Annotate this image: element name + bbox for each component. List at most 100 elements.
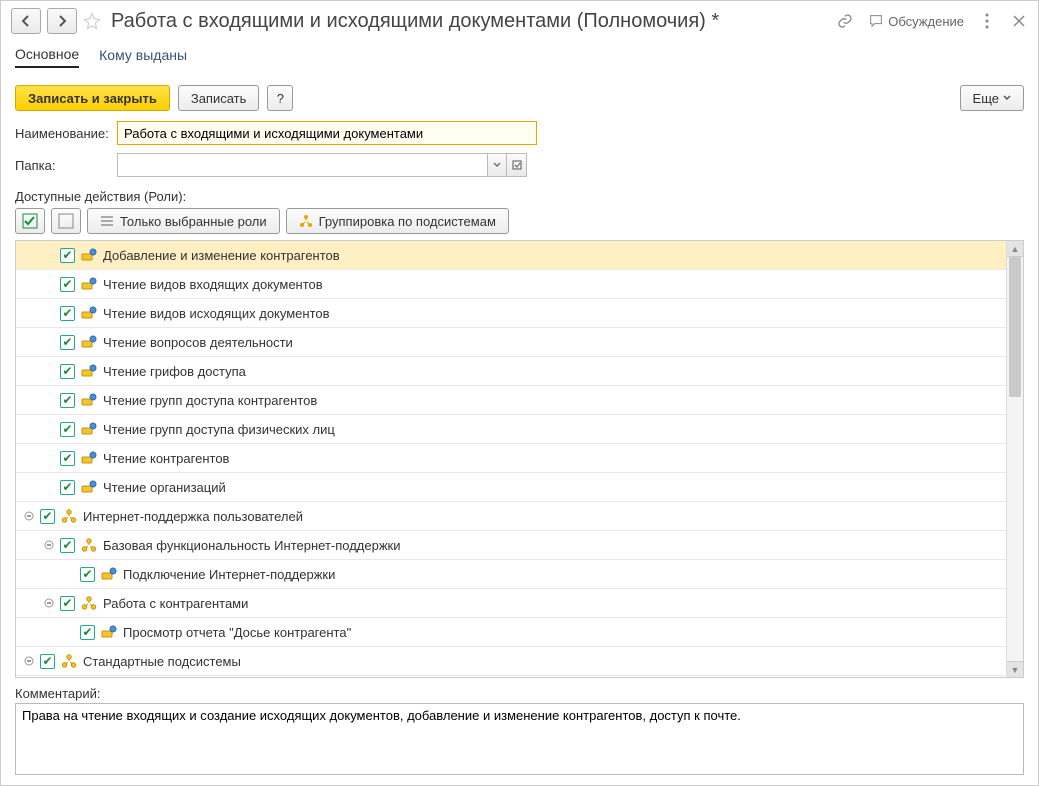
role-checkbox[interactable]: [60, 480, 75, 495]
role-icon: [81, 480, 97, 494]
tab-issued[interactable]: Кому выданы: [99, 47, 187, 67]
role-checkbox[interactable]: [60, 248, 75, 263]
tree-row[interactable]: Просмотр отчета "Досье контрагента": [16, 618, 1006, 647]
uncheck-all-icon: [58, 213, 74, 229]
tree-row-label: Чтение контрагентов: [103, 451, 229, 466]
tree-row[interactable]: Чтение видов исходящих документов: [16, 299, 1006, 328]
title-actions: Обсуждение: [836, 12, 1028, 30]
tree-row[interactable]: Базовая функциональность Интернет-поддер…: [16, 531, 1006, 560]
window-title: Работа с входящими и исходящими документ…: [107, 10, 830, 33]
roles-tree[interactable]: Добавление и изменение контрагентовЧтени…: [16, 241, 1006, 677]
name-label: Наименование:: [15, 126, 111, 141]
tree-row[interactable]: Чтение групп доступа контрагентов: [16, 386, 1006, 415]
role-checkbox[interactable]: [60, 596, 75, 611]
role-checkbox[interactable]: [80, 567, 95, 582]
chevron-down-icon: [1003, 94, 1011, 102]
tree-row-label: Чтение групп доступа контрагентов: [103, 393, 317, 408]
subsystem-icon: [81, 596, 97, 610]
expander-icon[interactable]: [42, 538, 56, 552]
help-button[interactable]: ?: [267, 85, 293, 111]
check-all-icon: [22, 213, 38, 229]
expander-icon[interactable]: [22, 654, 36, 668]
expander-icon[interactable]: [42, 596, 56, 610]
tabs: Основное Кому выданы: [1, 41, 1038, 69]
folder-open-button[interactable]: [507, 153, 527, 177]
tree-row[interactable]: Чтение грифов доступа: [16, 357, 1006, 386]
role-checkbox[interactable]: [40, 654, 55, 669]
name-input[interactable]: [117, 121, 537, 145]
tree-row[interactable]: Чтение контрагентов: [16, 444, 1006, 473]
save-and-close-button[interactable]: Записать и закрыть: [15, 85, 170, 111]
roles-tree-container: Добавление и изменение контрагентовЧтени…: [15, 240, 1024, 678]
link-icon[interactable]: [836, 12, 854, 30]
tree-row[interactable]: Подключение Интернет-поддержки: [16, 560, 1006, 589]
more-button[interactable]: Еще: [960, 85, 1024, 111]
tab-main[interactable]: Основное: [15, 46, 79, 68]
role-checkbox[interactable]: [60, 306, 75, 321]
tree-row-label: Чтение организаций: [103, 480, 226, 495]
roles-toolbar: Только выбранные роли Группировка по под…: [1, 208, 1038, 240]
check-all-button[interactable]: [15, 208, 45, 234]
role-checkbox[interactable]: [60, 393, 75, 408]
scroll-thumb[interactable]: [1009, 257, 1021, 397]
folder-input-group: [117, 153, 527, 177]
role-checkbox[interactable]: [80, 625, 95, 640]
roles-section-label: Доступные действия (Роли):: [1, 181, 1038, 208]
folder-row: Папка:: [1, 149, 1038, 181]
chat-icon: [868, 13, 884, 29]
name-row: Наименование:: [1, 117, 1038, 149]
close-icon[interactable]: [1010, 12, 1028, 30]
tree-row[interactable]: Интернет-поддержка пользователей: [16, 502, 1006, 531]
role-checkbox[interactable]: [60, 422, 75, 437]
subsystem-icon: [299, 214, 313, 228]
kebab-menu-icon[interactable]: [978, 12, 996, 30]
tree-row-label: Работа с контрагентами: [103, 596, 248, 611]
role-checkbox[interactable]: [60, 364, 75, 379]
role-icon: [81, 364, 97, 378]
expander-icon[interactable]: [22, 509, 36, 523]
tree-row[interactable]: Добавление и изменение контрагентов: [16, 241, 1006, 270]
role-checkbox[interactable]: [40, 509, 55, 524]
more-label: Еще: [973, 91, 999, 106]
subsystem-icon: [61, 509, 77, 523]
tree-row[interactable]: Чтение организаций: [16, 473, 1006, 502]
arrow-left-icon: [20, 15, 32, 27]
chevron-down-icon: [493, 161, 501, 169]
folder-input[interactable]: [117, 153, 487, 177]
group-subsystems-label: Группировка по подсистемам: [319, 214, 496, 229]
tree-row[interactable]: Чтение групп доступа физических лиц: [16, 415, 1006, 444]
favorite-star-icon[interactable]: [83, 12, 101, 30]
tree-row[interactable]: Чтение видов входящих документов: [16, 270, 1006, 299]
comment-textarea[interactable]: [15, 703, 1024, 775]
only-selected-label: Только выбранные роли: [120, 214, 267, 229]
tree-row[interactable]: Стандартные подсистемы: [16, 647, 1006, 676]
group-subsystems-toggle[interactable]: Группировка по подсистемам: [286, 208, 509, 234]
save-button[interactable]: Записать: [178, 85, 260, 111]
role-icon: [81, 451, 97, 465]
tree-row[interactable]: Работа с контрагентами: [16, 589, 1006, 618]
role-checkbox[interactable]: [60, 538, 75, 553]
tree-row-label: Интернет-поддержка пользователей: [83, 509, 303, 524]
scrollbar[interactable]: ▲ ▼: [1006, 241, 1023, 677]
scroll-up-button[interactable]: ▲: [1007, 241, 1023, 257]
role-icon: [81, 393, 97, 407]
window: Работа с входящими и исходящими документ…: [0, 0, 1039, 786]
uncheck-all-button[interactable]: [51, 208, 81, 234]
nav-forward-button[interactable]: [47, 8, 77, 34]
nav-back-button[interactable]: [11, 8, 41, 34]
tree-row-label: Базовая функциональность Интернет-поддер…: [103, 538, 400, 553]
role-icon: [81, 306, 97, 320]
main-toolbar: Записать и закрыть Записать ? Еще: [1, 79, 1038, 117]
role-checkbox[interactable]: [60, 451, 75, 466]
folder-dropdown-button[interactable]: [487, 153, 507, 177]
tree-row-label: Стандартные подсистемы: [83, 654, 241, 669]
arrow-right-icon: [56, 15, 68, 27]
only-selected-toggle[interactable]: Только выбранные роли: [87, 208, 280, 234]
scroll-down-button[interactable]: ▼: [1007, 661, 1023, 677]
role-icon: [101, 567, 117, 581]
role-checkbox[interactable]: [60, 335, 75, 350]
role-checkbox[interactable]: [60, 277, 75, 292]
discuss-button[interactable]: Обсуждение: [868, 13, 964, 29]
tree-row[interactable]: Чтение вопросов деятельности: [16, 328, 1006, 357]
comment-label: Комментарий:: [1, 678, 1038, 703]
